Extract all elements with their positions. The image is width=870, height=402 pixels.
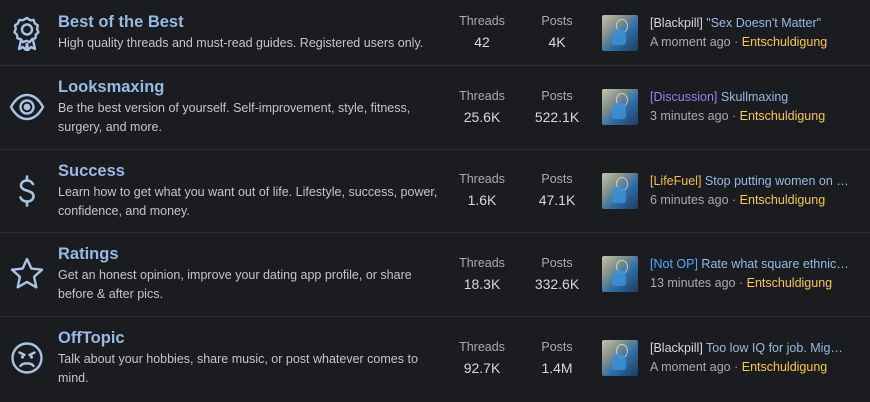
threads-stat: Threads 1.6K: [442, 171, 522, 210]
forum-title-link[interactable]: Success: [58, 161, 125, 181]
last-post-user-link[interactable]: Entschuldigung: [742, 35, 827, 49]
forum-node-list: Best of the Best High quality threads an…: [0, 0, 870, 402]
last-post-user-link[interactable]: Entschuldigung: [747, 276, 832, 290]
forum-row-success: Success Learn how to get what you want o…: [0, 150, 870, 233]
thread-prefix: [Not OP]: [650, 257, 698, 272]
last-post: [Not OP] Rate what square ethnic… 13 min…: [602, 255, 864, 293]
last-post-title: Skullmaxing: [720, 90, 789, 105]
posts-stat: Posts 332.6K: [517, 255, 597, 294]
threads-label: Threads: [459, 14, 505, 28]
forum-row-looksmaxing: Looksmaxing Be the best version of yours…: [0, 66, 870, 150]
last-post-title-link[interactable]: [Not OP] Rate what square ethnic…: [650, 255, 862, 274]
last-post-title: Rate what square ethnic…: [701, 257, 849, 272]
thread-prefix: [Blackpill]: [650, 15, 703, 30]
last-post-title-link[interactable]: [Blackpill] "Sex Doesn't Matter": [650, 14, 862, 33]
last-post-time[interactable]: A moment ago: [650, 35, 731, 49]
forum-description: Learn how to get what you want out of li…: [58, 184, 438, 218]
threads-count: 1.6K: [467, 192, 497, 209]
last-post: [Blackpill] Too low IQ for job. Mig… A m…: [602, 339, 864, 377]
thread-prefix: [Blackpill]: [650, 341, 703, 356]
star-icon: [8, 255, 46, 293]
forum-row-best-of-the-best: Best of the Best High quality threads an…: [0, 0, 870, 66]
threads-count: 92.7K: [463, 359, 501, 376]
avatar[interactable]: [602, 340, 638, 377]
avatar[interactable]: [602, 256, 638, 293]
last-post-title-link[interactable]: [Blackpill] Too low IQ for job. Mig…: [650, 339, 862, 358]
forum-title-link[interactable]: Ratings: [58, 244, 119, 264]
last-post-user-link[interactable]: Entschuldigung: [740, 109, 825, 123]
forum-info: Looksmaxing Be the best version of yours…: [58, 77, 450, 137]
posts-count: 4K: [548, 34, 566, 50]
last-post: [Discussion] Skullmaxing 3 minutes ago ·…: [602, 88, 864, 126]
threads-label: Threads: [459, 255, 505, 270]
posts-stat: Posts 4K: [517, 13, 597, 52]
threads-count: 42: [474, 34, 490, 50]
last-post-title: "Sex Doesn't Matter": [706, 15, 822, 30]
forum-row-ratings: Ratings Get an honest opinion, improve y…: [0, 233, 870, 317]
forum-title-link[interactable]: Looksmaxing: [58, 77, 164, 97]
posts-label: Posts: [541, 172, 573, 187]
thread-prefix: [LifeFuel]: [650, 173, 702, 188]
last-post-time[interactable]: A moment ago: [650, 360, 731, 374]
thread-prefix: [Discussion]: [650, 90, 718, 105]
angry-face-icon: [8, 339, 46, 377]
last-post-time[interactable]: 13 minutes ago: [650, 276, 735, 290]
last-post-user-link[interactable]: Entschuldigung: [742, 360, 827, 374]
posts-stat: Posts 522.1K: [517, 88, 597, 127]
award-icon: [8, 14, 46, 52]
forum-info: OffTopic Talk about your hobbies, share …: [58, 328, 450, 388]
last-post-title: Too low IQ for job. Mig…: [706, 341, 843, 356]
dollar-icon: [8, 172, 46, 210]
last-post-title-link[interactable]: [LifeFuel] Stop putting women on …: [650, 172, 862, 191]
forum-title-link[interactable]: OffTopic: [58, 328, 125, 348]
threads-label: Threads: [459, 88, 505, 103]
avatar[interactable]: [602, 89, 638, 126]
threads-count: 18.3K: [463, 275, 501, 292]
threads-stat: Threads 18.3K: [442, 255, 522, 294]
posts-stat: Posts 47.1K: [517, 171, 597, 210]
posts-count: 522.1K: [534, 108, 580, 125]
separator: ·: [738, 276, 744, 291]
forum-description: Get an honest opinion, improve your dati…: [58, 268, 412, 302]
separator: ·: [732, 109, 737, 124]
eye-icon: [8, 88, 46, 126]
last-post: [Blackpill] "Sex Doesn't Matter" A momen…: [602, 14, 864, 52]
last-post-title-link[interactable]: [Discussion] Skullmaxing: [650, 88, 862, 107]
avatar[interactable]: [602, 172, 638, 209]
posts-stat: Posts 1.4M: [517, 339, 597, 378]
forum-row-offtopic: OffTopic Talk about your hobbies, share …: [0, 317, 870, 401]
last-post: [LifeFuel] Stop putting women on … 6 min…: [602, 172, 864, 210]
posts-count: 332.6K: [534, 275, 580, 292]
threads-count: 25.6K: [463, 108, 501, 125]
threads-label: Threads: [459, 172, 505, 187]
last-post-title: Stop putting women on …: [704, 173, 849, 188]
forum-info: Success Learn how to get what you want o…: [58, 161, 450, 221]
last-post-time[interactable]: 3 minutes ago: [650, 109, 729, 123]
threads-stat: Threads 42: [442, 13, 522, 52]
threads-stat: Threads 92.7K: [442, 339, 522, 378]
forum-info: Ratings Get an honest opinion, improve y…: [58, 244, 450, 304]
last-post-time[interactable]: 6 minutes ago: [650, 193, 729, 207]
posts-label: Posts: [541, 88, 573, 103]
last-post-user-link[interactable]: Entschuldigung: [740, 193, 825, 207]
forum-description: Talk about your hobbies, share music, or…: [58, 352, 418, 386]
posts-label: Posts: [541, 14, 573, 28]
separator: ·: [734, 34, 739, 49]
posts-label: Posts: [541, 255, 573, 270]
posts-count: 47.1K: [538, 192, 576, 209]
threads-label: Threads: [459, 339, 505, 354]
separator: ·: [734, 360, 739, 375]
threads-stat: Threads 25.6K: [442, 88, 522, 127]
forum-description: High quality threads and must-read guide…: [58, 36, 424, 50]
forum-title-link[interactable]: Best of the Best: [58, 12, 184, 32]
posts-label: Posts: [541, 339, 573, 354]
avatar[interactable]: [602, 14, 638, 51]
separator: ·: [732, 192, 737, 207]
posts-count: 1.4M: [541, 359, 573, 376]
forum-info: Best of the Best High quality threads an…: [58, 12, 450, 53]
forum-description: Be the best version of yourself. Self-im…: [58, 101, 411, 135]
